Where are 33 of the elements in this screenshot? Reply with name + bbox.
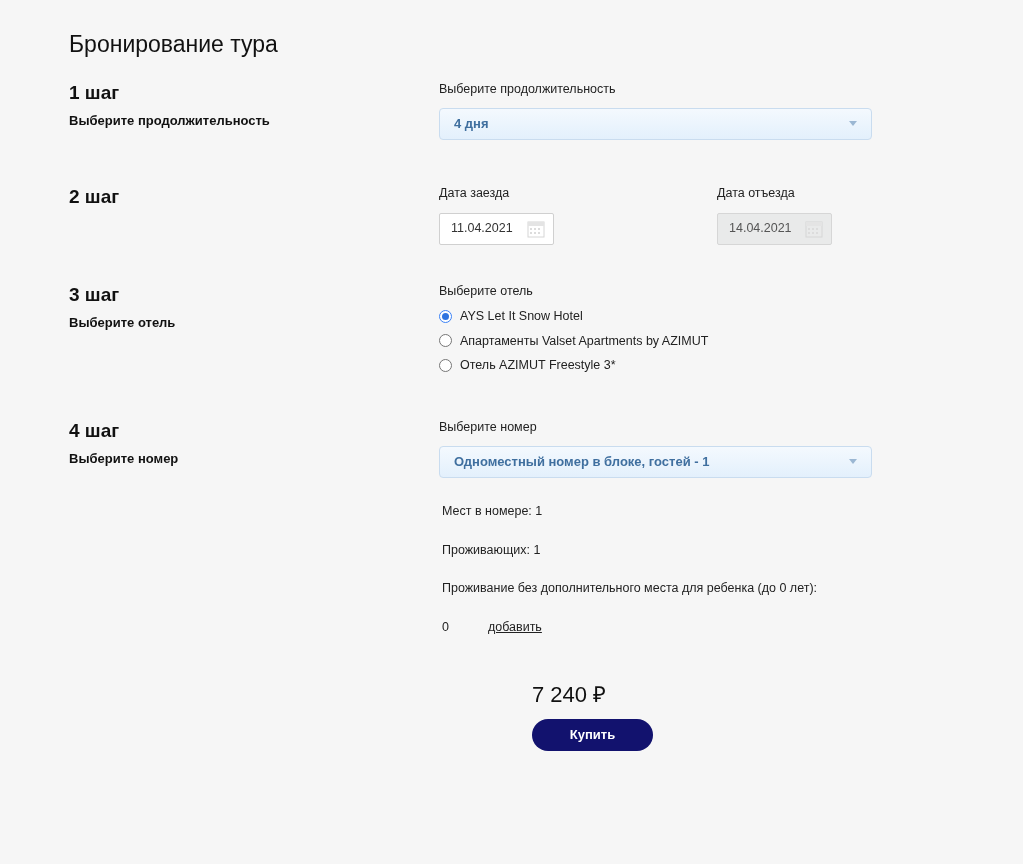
room-detail: Проживание без дополнительного места для ребенка (до 0 лет):: [442, 580, 819, 598]
field-label: Дата отъезда: [717, 185, 796, 202]
calendar-icon: [527, 219, 545, 238]
step-subtitle: Выберите продолжительность: [69, 112, 271, 130]
date-field[interactable]: 11.04.2021: [439, 212, 554, 245]
dropdown[interactable]: Одноместный номер в блоке, гостей - 1: [439, 445, 872, 478]
field-label: Выберите номер: [439, 419, 538, 436]
step-subtitle: Выберите отель: [69, 314, 177, 332]
room-detail: Мест в номере: 1: [442, 502, 544, 520]
price: 7 240 ₽: [532, 681, 607, 709]
room-detail: Проживающих: 1: [442, 541, 542, 559]
radio-label: Отель AZIMUT Freestyle 3*: [460, 357, 616, 375]
field-label: Выберите отель: [439, 283, 534, 300]
child-count: 0: [442, 619, 449, 636]
step-number: 1 шаг: [69, 81, 121, 105]
field-label: Выберите продолжительность: [439, 81, 617, 98]
radio-button[interactable]: [439, 334, 452, 348]
radio-button[interactable]: [439, 359, 452, 373]
field-label: Дата заезда: [439, 185, 511, 202]
step-number: 3 шаг: [69, 283, 121, 307]
dropdown[interactable]: 4 дня: [439, 107, 872, 140]
buy-button[interactable]: Купить: [532, 719, 653, 751]
step-subtitle: Выберите номер: [69, 450, 180, 468]
date-field: 14.04.2021: [717, 212, 832, 245]
add-link[interactable]: добавить: [487, 618, 542, 637]
radio-label: Апартаменты Valset Apartments by AZIMUT: [460, 332, 709, 350]
caret-icon: [849, 121, 857, 127]
radio-label: AYS Let It Snow Hotel: [460, 307, 583, 325]
step-number: 2 шаг: [69, 185, 121, 209]
caret-icon: [849, 459, 857, 465]
step-number: 4 шаг: [69, 419, 121, 443]
radio-button[interactable]: [439, 309, 452, 323]
page-title: Бронирование тура: [69, 30, 279, 58]
